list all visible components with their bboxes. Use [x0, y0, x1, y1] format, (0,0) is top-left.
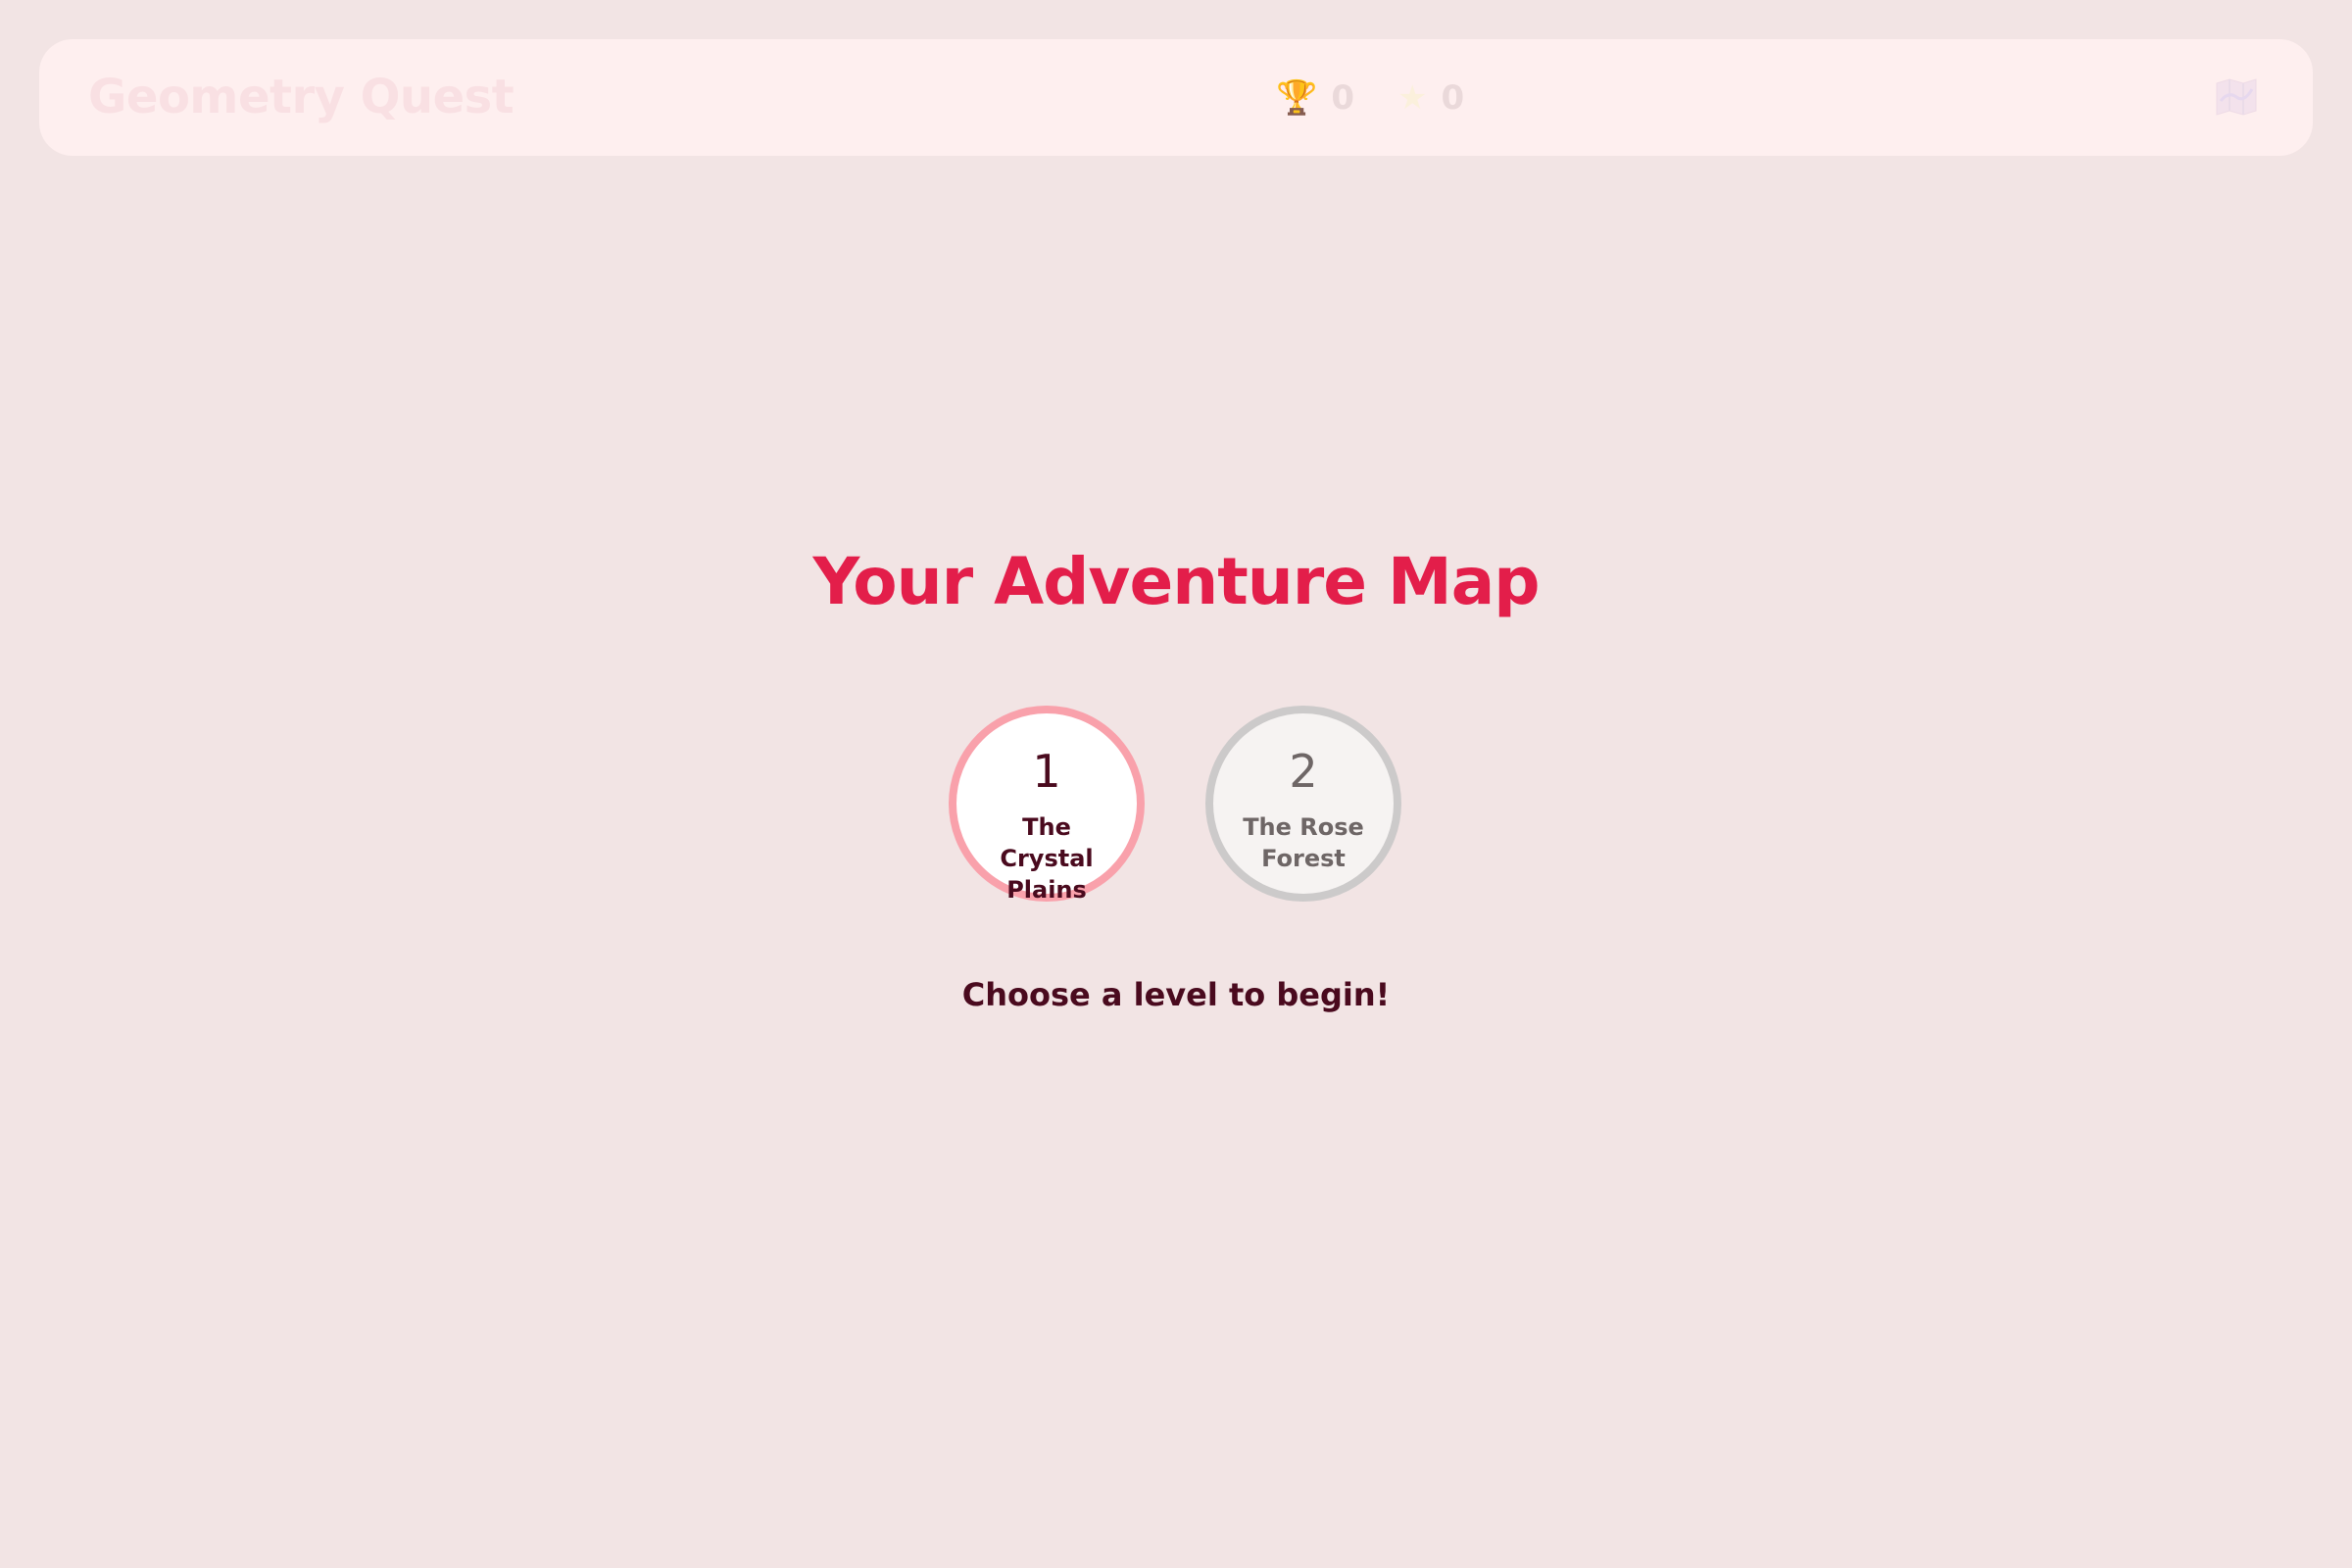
star-stat: ★ 0 — [1397, 78, 1464, 118]
star-icon: ★ — [1397, 77, 1428, 118]
level-name: The Crystal Plains — [1000, 813, 1094, 904]
trophy-icon: 🏆 — [1276, 77, 1318, 118]
top-bar: Geometry Quest 🏆 0 ★ 0 — [39, 39, 2313, 156]
level-node-2[interactable]: 2 The Rose Forest — [1205, 706, 1401, 902]
map-icon[interactable] — [2215, 77, 2258, 117]
level-name: The Rose Forest — [1243, 813, 1364, 872]
page-title: Your Adventure Map — [812, 544, 1541, 619]
stats-bar: 🏆 0 ★ 0 — [1276, 39, 1464, 156]
level-number: 1 — [1032, 745, 1061, 798]
level-node-1[interactable]: 1 The Crystal Plains — [949, 706, 1145, 904]
trophy-count: 0 — [1331, 77, 1355, 118]
star-count: 0 — [1441, 77, 1465, 118]
trophy-stat: 🏆 0 — [1276, 78, 1354, 118]
instruction-text: Choose a level to begin! — [961, 976, 1391, 1013]
level-map: 1 The Crystal Plains 2 The Rose Forest — [949, 706, 1401, 904]
level-number: 2 — [1289, 745, 1318, 798]
app-title: Geometry Quest — [88, 70, 514, 124]
